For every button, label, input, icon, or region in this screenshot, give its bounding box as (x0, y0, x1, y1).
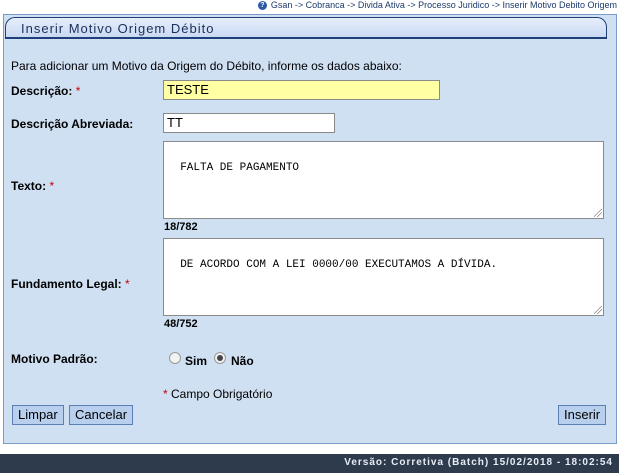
texto-label: Texto: * (11, 179, 54, 193)
resize-grip-icon[interactable] (594, 209, 602, 217)
texto-label-text: Texto: (11, 179, 47, 193)
radio-nao-label: Não (231, 354, 254, 368)
required-mark: * (125, 277, 130, 291)
descricao-input[interactable]: TESTE (163, 80, 440, 100)
descricao-label: Descrição: * (11, 84, 80, 98)
fundamento-legal-textarea[interactable]: DE ACORDO COM A LEI 0000/00 EXECUTAMOS A… (163, 238, 604, 316)
required-mark: * (49, 179, 55, 193)
texto-value: FALTA DE PAGAMENTO (180, 162, 300, 174)
fundamento-label-text: Fundamento Legal: (11, 277, 122, 291)
help-icon[interactable]: ? (257, 1, 267, 10)
texto-counter: 18/782 (164, 221, 198, 233)
intro-text: Para adicionar um Motivo da Origem do Dé… (11, 59, 402, 73)
texto-textarea[interactable]: FALTA DE PAGAMENTO (163, 141, 604, 219)
radio-sim[interactable] (169, 352, 181, 364)
page-title: Inserir Motivo Origem Débito (21, 21, 215, 36)
descricao-label-text: Descrição: (11, 84, 73, 98)
form-panel (3, 14, 617, 444)
panel-title-bar: Inserir Motivo Origem Débito (5, 17, 607, 39)
fundamento-value: DE ACORDO COM A LEI 0000/00 EXECUTAMOS A… (180, 259, 498, 271)
version-text: Versão: Corretiva (Batch) 15/02/2018 - 1… (344, 457, 613, 468)
descricao-abreviada-input[interactable]: TT (163, 113, 335, 133)
required-note-text: Campo Obrigatório (171, 387, 273, 401)
radio-nao[interactable] (214, 352, 226, 364)
cancelar-button[interactable]: Cancelar (69, 405, 134, 425)
fundamento-legal-label: Fundamento Legal: * (11, 277, 130, 291)
breadcrumb: ? Gsan -> Cobranca -> Divida Ativa -> Pr… (257, 0, 617, 11)
radio-sim-label: Sim (185, 354, 208, 368)
breadcrumb-text: Gsan -> Cobranca -> Divida Ativa -> Proc… (270, 0, 617, 10)
required-mark: * (163, 387, 168, 401)
footer-bar: Versão: Corretiva (Batch) 15/02/2018 - 1… (0, 454, 619, 473)
required-note: * Campo Obrigatório (163, 387, 272, 401)
limpar-button[interactable]: Limpar (12, 405, 64, 425)
required-mark: * (75, 84, 81, 98)
motivo-padrao-label: Motivo Padrão: (11, 352, 98, 366)
resize-grip-icon[interactable] (594, 306, 602, 314)
descricao-abreviada-label: Descrição Abreviada: (11, 117, 134, 131)
inserir-button[interactable]: Inserir (558, 405, 607, 425)
fundamento-counter: 48/752 (164, 318, 198, 330)
